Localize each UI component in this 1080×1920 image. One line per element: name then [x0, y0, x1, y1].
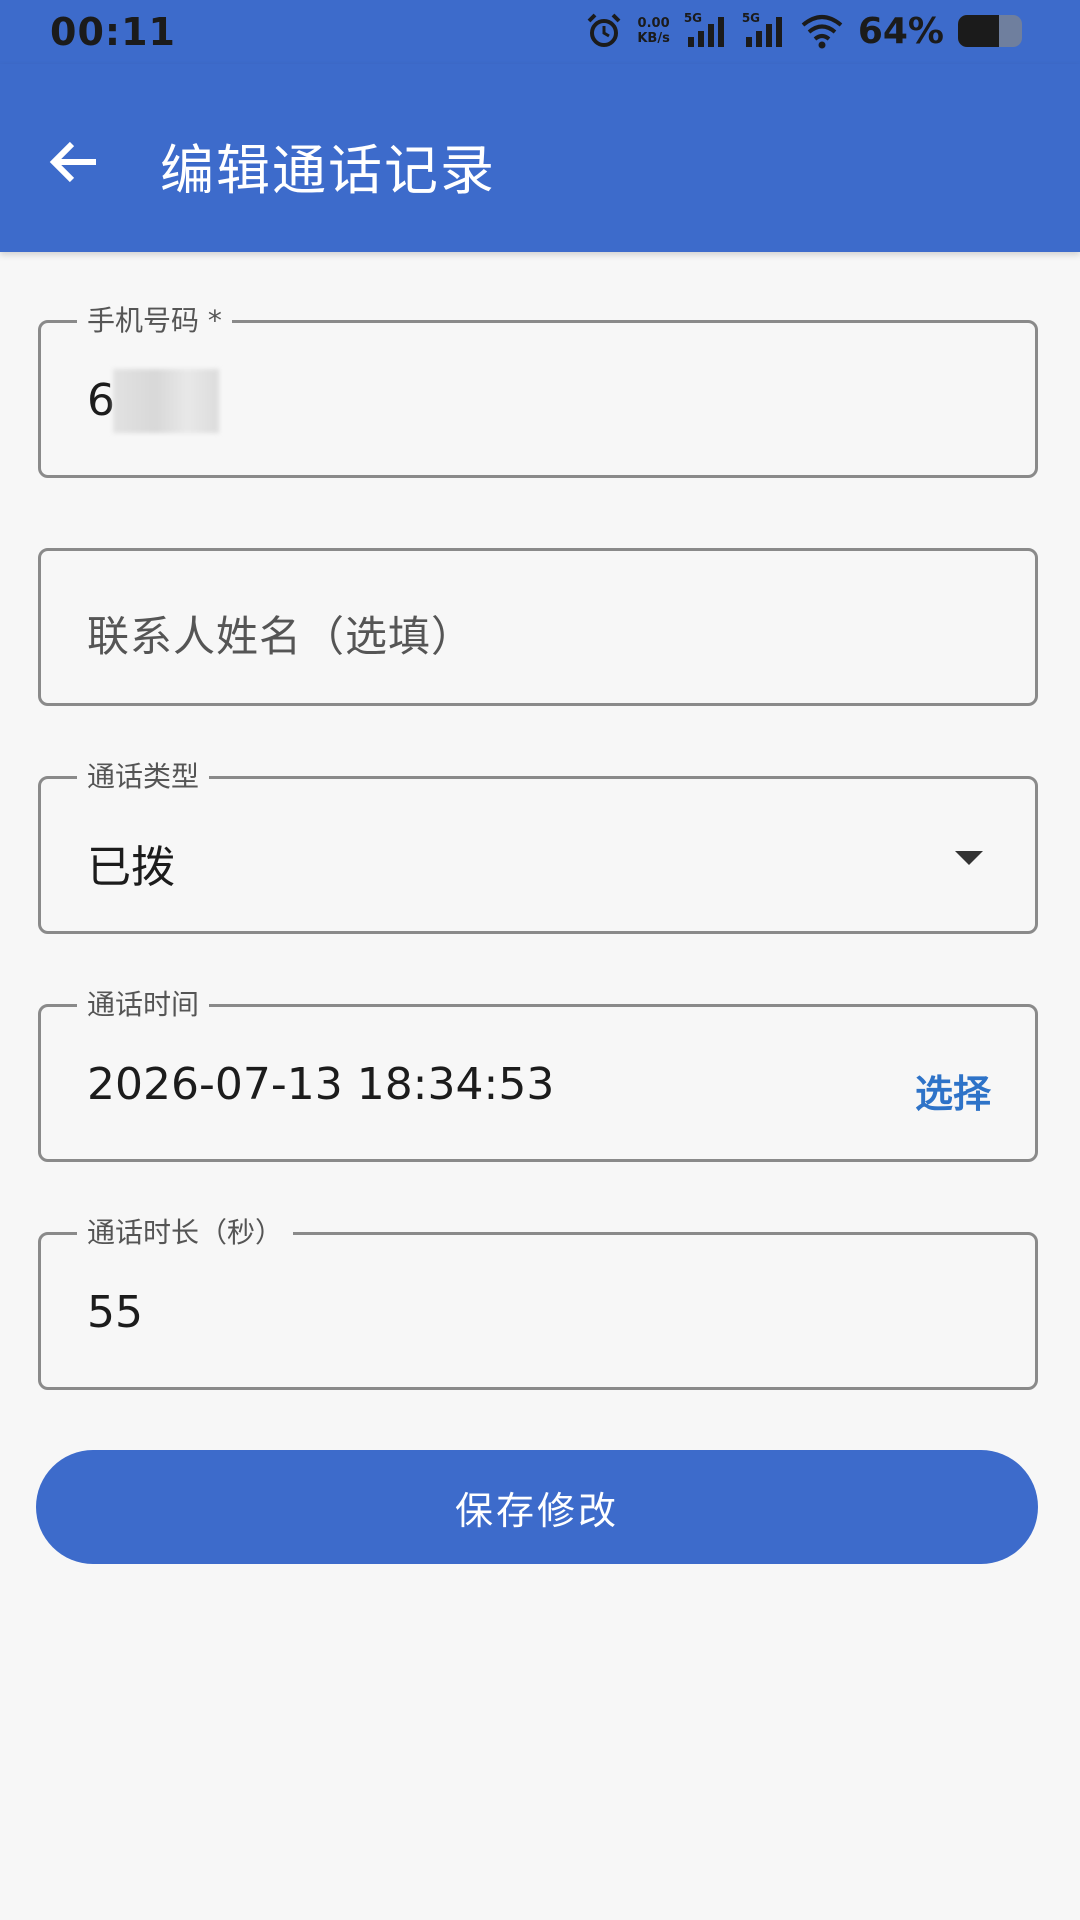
signal-icon-2: 5G	[741, 11, 786, 49]
call-time-field[interactable]: 通话时间 2026-07-13 18:34:53 选择	[38, 985, 1038, 1162]
call-type-select[interactable]: 通话类型 已拨	[38, 757, 1038, 934]
signal-icon: 5G	[683, 11, 728, 49]
contact-name-placeholder: 联系人姓名（选填）	[87, 612, 475, 661]
net-speed: 0.00 KB/s	[637, 16, 669, 46]
signal-tag-2: 5G	[741, 11, 761, 25]
phone-field-label: 手机号码 *	[77, 301, 232, 341]
status-time: 00:11	[50, 10, 176, 54]
net-speed-value: 0.00	[637, 16, 670, 31]
alarm-icon	[585, 12, 623, 50]
contact-name-field[interactable]: 联系人姓名（选填）	[38, 548, 1038, 706]
status-icons: 0.00 KB/s 5G 5G 64%	[585, 8, 1022, 54]
duration-value: 55	[87, 1287, 143, 1338]
call-type-value: 已拨	[87, 842, 175, 893]
duration-field[interactable]: 通话时长（秒） 55	[38, 1213, 1038, 1390]
wifi-icon	[800, 13, 844, 49]
status-bar: 00:11 0.00 KB/s 5G 5G 64%	[0, 0, 1080, 64]
app-bar: 编辑通话记录	[0, 64, 1080, 252]
phone-field[interactable]: 手机号码 * 6	[38, 301, 1038, 478]
arrow-left-icon	[49, 141, 96, 183]
call-time-value: 2026-07-13 18:34:53	[87, 1059, 555, 1110]
call-time-label: 通话时间	[77, 985, 210, 1025]
page-title: 编辑通话记录	[160, 139, 496, 202]
signal-tag: 5G	[683, 11, 703, 25]
call-type-label: 通话类型	[77, 757, 210, 797]
select-time-button[interactable]: 选择	[915, 1063, 991, 1118]
phone-field-value: 6	[87, 375, 115, 426]
dropdown-arrow-icon[interactable]	[955, 851, 983, 865]
save-button[interactable]: 保存修改	[36, 1450, 1038, 1564]
redacted-mask	[113, 369, 219, 433]
battery-fill	[958, 15, 999, 47]
battery-icon	[958, 15, 1022, 47]
net-speed-unit: KB/s	[637, 31, 670, 46]
duration-label: 通话时长（秒）	[77, 1213, 294, 1253]
battery-percent: 64%	[857, 10, 944, 52]
back-button[interactable]	[36, 124, 112, 200]
